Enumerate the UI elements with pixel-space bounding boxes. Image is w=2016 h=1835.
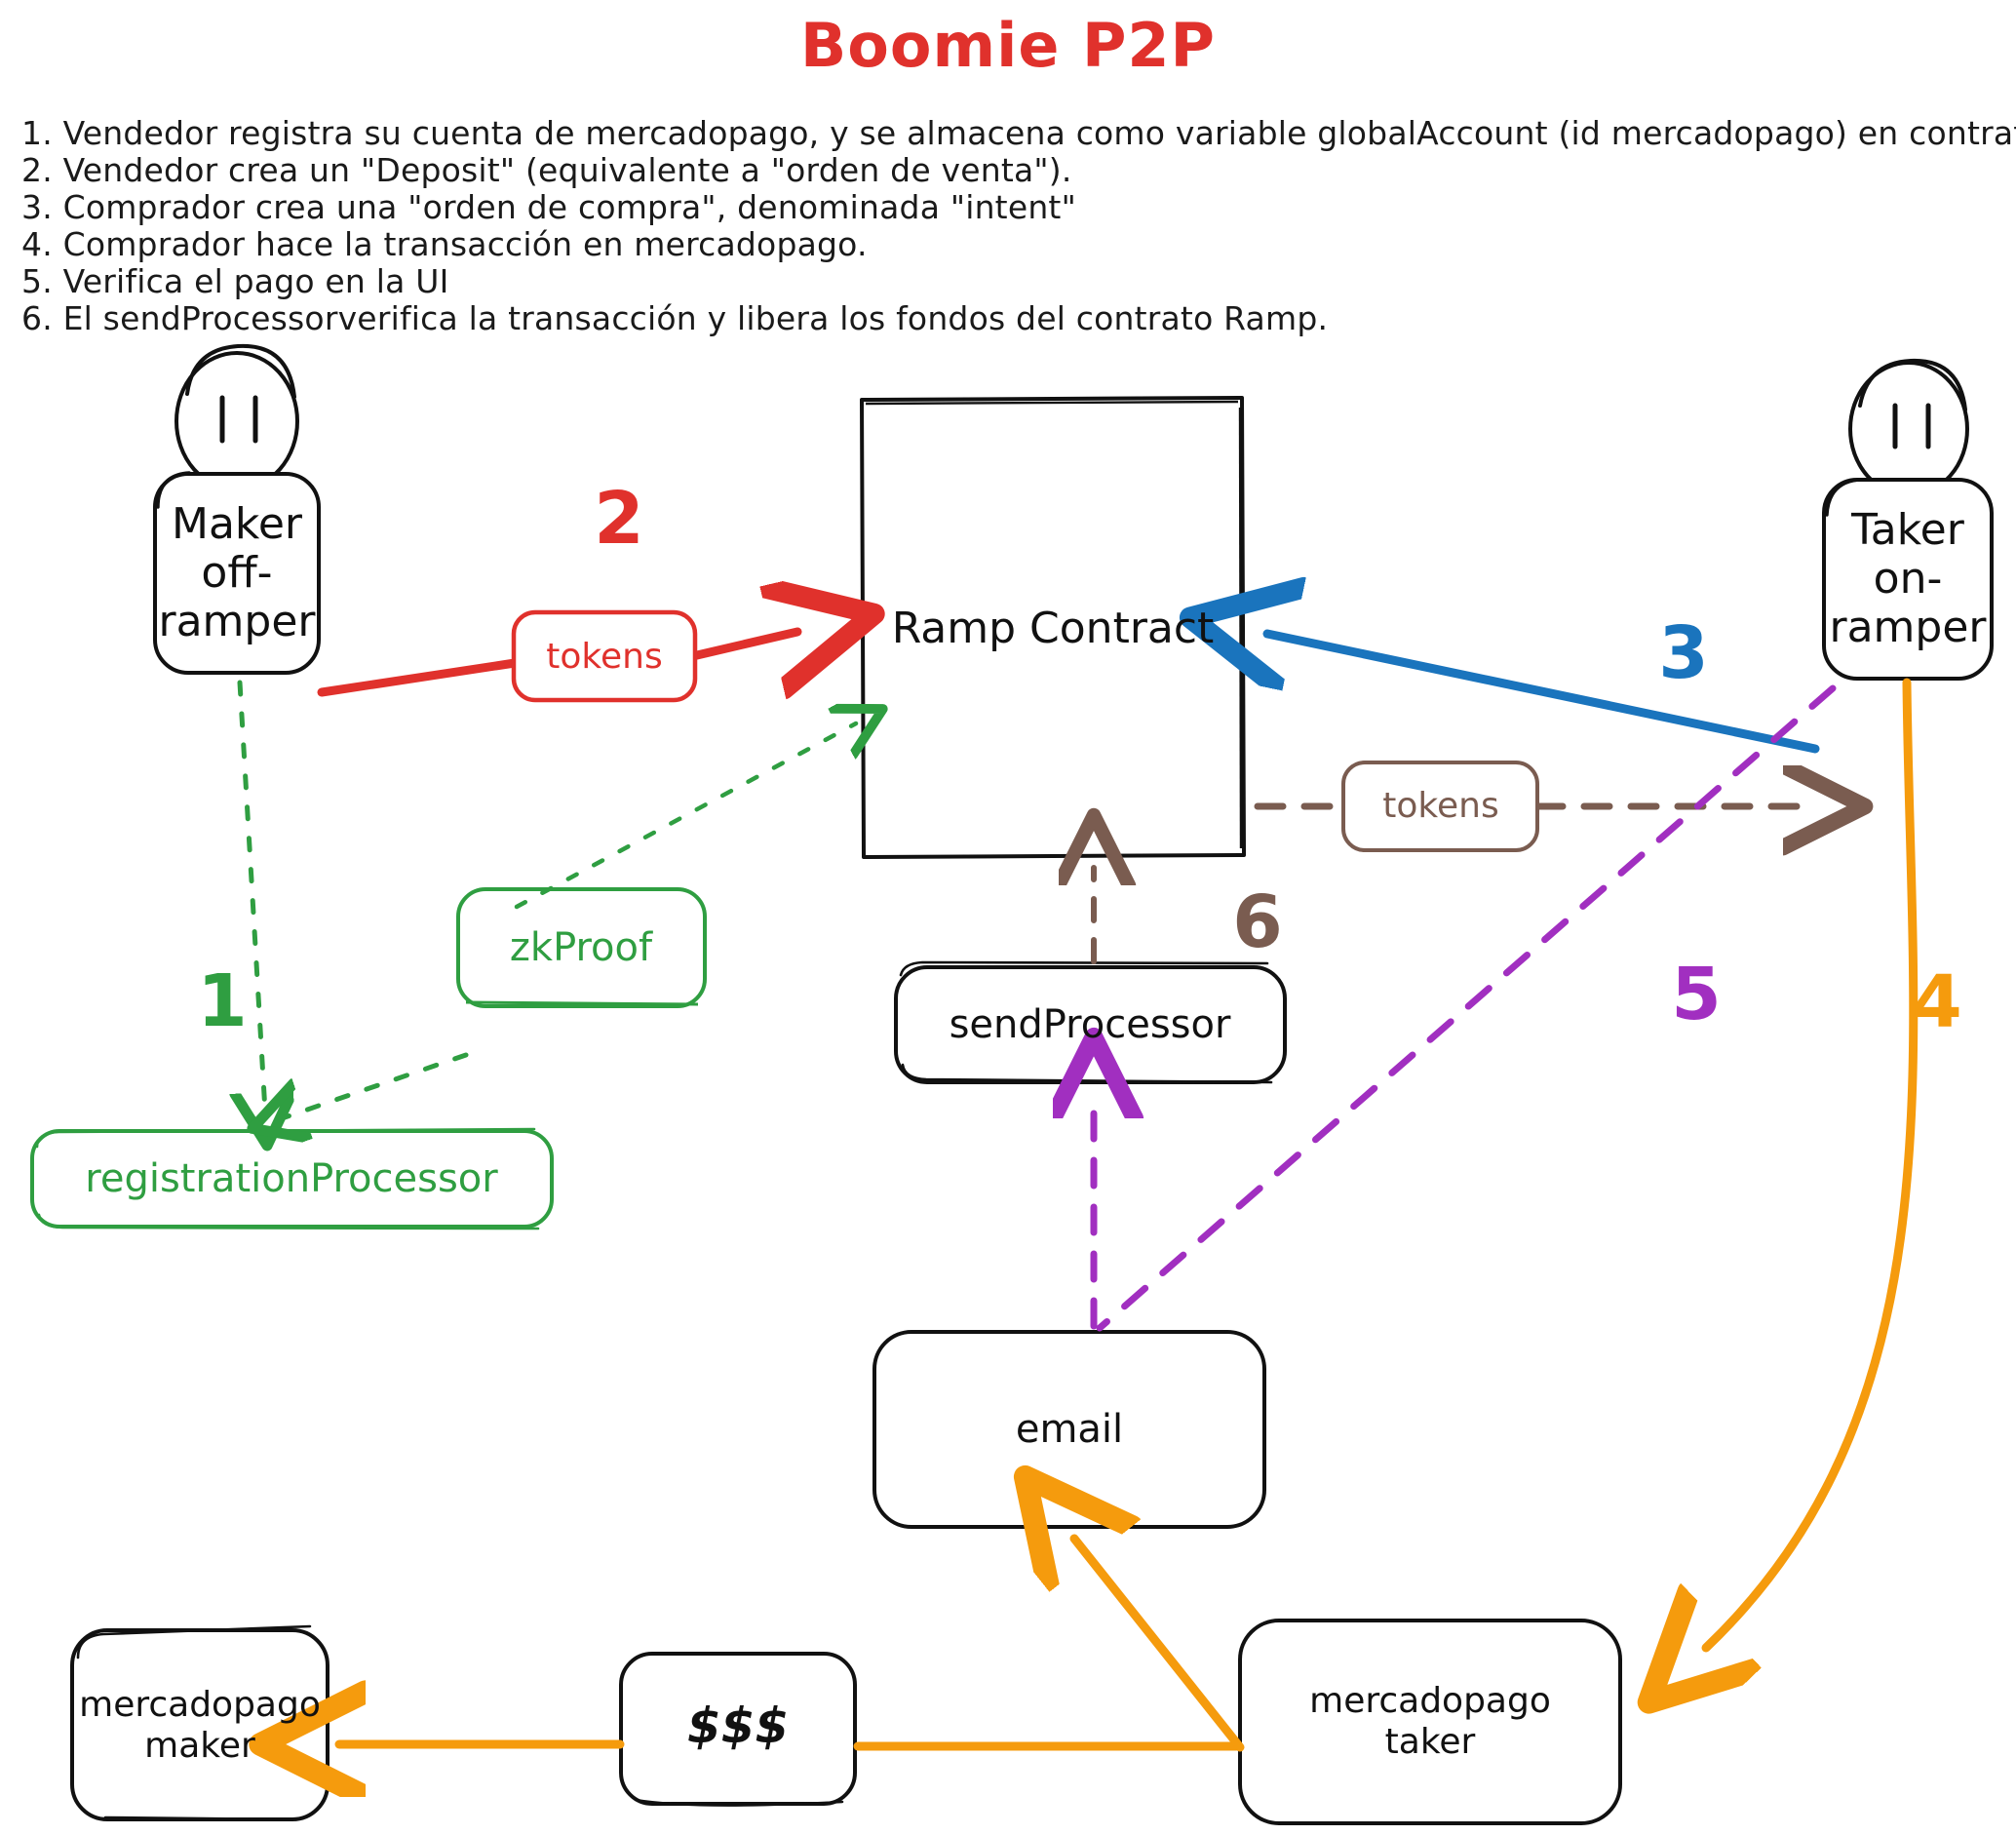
- edge-zkproof-to-ramp: [514, 723, 856, 910]
- node-ramp-contract[interactable]: [860, 396, 1246, 859]
- edge-maker-to-registrationprocessor: [240, 680, 265, 1112]
- node-mercadopago-taker[interactable]: [1238, 1619, 1622, 1825]
- diagram-shapes-layer: [30, 343, 1994, 1825]
- node-send-processor[interactable]: [894, 960, 1287, 1084]
- edge-mercadopago-taker-to-email: [1074, 1539, 1245, 1752]
- edge-zkproof-to-registrationprocessor: [285, 1052, 469, 1117]
- node-registration-processor[interactable]: [30, 1127, 554, 1230]
- edge-maker-to-ramp-tokens: [317, 609, 797, 703]
- diagram-canvas: Boomie P2P 1. Vendedor registra su cuent…: [0, 0, 2016, 1835]
- node-zkproof[interactable]: [456, 887, 707, 1008]
- node-taker-on-ramper[interactable]: [1822, 358, 1994, 681]
- edge-label-box-tokens-brown: [1341, 761, 1539, 852]
- node-mercadopago-maker[interactable]: [70, 1624, 330, 1821]
- node-money[interactable]: [619, 1652, 857, 1807]
- node-maker-off-ramper[interactable]: [153, 343, 321, 675]
- edge-label-box-tokens-red: [511, 609, 698, 703]
- edge-taker-to-ramp: [1267, 634, 1820, 754]
- edge-ramp-to-taker-tokens: [1254, 761, 1803, 852]
- edge-taker-to-mercadopago-taker: [1706, 678, 1919, 1648]
- node-email[interactable]: [872, 1330, 1266, 1529]
